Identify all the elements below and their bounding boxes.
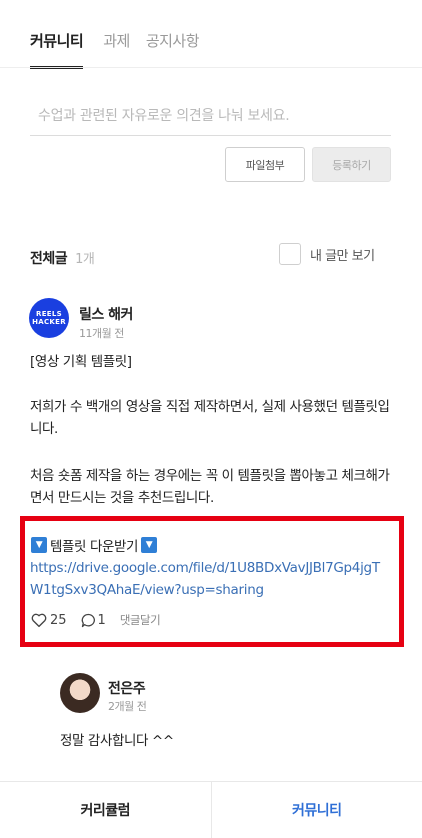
like-count: 25 xyxy=(50,612,67,628)
my-posts-filter[interactable]: 내 글만 보기 xyxy=(279,243,375,265)
bottom-nav: 커리큘럼 커뮤니티 xyxy=(0,781,422,838)
post-input[interactable] xyxy=(30,96,391,136)
down-triangle-icon: ▼ xyxy=(31,537,47,553)
all-posts-title: 전체글 xyxy=(30,251,68,267)
attach-file-button[interactable]: 파일첨부 xyxy=(225,147,305,182)
nav-community[interactable]: 커뮤니티 xyxy=(212,782,422,838)
nav-curriculum[interactable]: 커리큘럼 xyxy=(0,782,212,838)
tab-bar: 커뮤니티 과제 공지사항 xyxy=(30,30,215,69)
author-avatar: REELS HACKER xyxy=(29,298,69,338)
tab-community[interactable]: 커뮤니티 xyxy=(30,30,84,69)
down-triangle-icon: ▼ xyxy=(141,537,158,553)
post-author: 릴스 해커 xyxy=(79,307,133,323)
reply-avatar xyxy=(60,673,100,713)
heart-icon[interactable] xyxy=(30,611,48,629)
avatar-text-line-2: HACKER xyxy=(32,318,66,326)
post-time: 11개월 전 xyxy=(79,327,124,340)
download-line: ▼ 템플릿 다운받기 ▼ xyxy=(31,535,158,555)
tab-notices[interactable]: 공지사항 xyxy=(146,30,200,69)
download-label: 템플릿 다운받기 xyxy=(50,539,139,555)
post-actions: 25 1 댓글달기 xyxy=(30,611,161,629)
tab-divider xyxy=(0,67,422,68)
post-paragraph-1: 저희가 수 백개의 영상을 직접 제작하면서, 실제 사용했던 템플릿입니다. xyxy=(30,399,390,437)
reply-time: 2개월 전 xyxy=(108,700,147,713)
reply-author: 전은주 xyxy=(108,681,146,697)
comment-icon[interactable] xyxy=(80,612,97,629)
reply-text: 정말 감사합니다 ^^ xyxy=(60,733,174,749)
comment-count: 1 xyxy=(97,612,106,628)
post-count: 1개 xyxy=(75,252,95,267)
post-title-line: [영상 기획 템플릿] xyxy=(30,354,132,370)
post-paragraph-2: 처음 숏폼 제작을 하는 경우에는 꼭 이 템플릿을 뽑아놓고 체크해가면서 만… xyxy=(30,468,390,506)
all-posts-heading: 전체글 1개 xyxy=(30,248,95,268)
reply-button[interactable]: 댓글달기 xyxy=(120,612,161,628)
my-posts-label[interactable]: 내 글만 보기 xyxy=(310,245,375,264)
avatar-text-line-1: REELS xyxy=(36,310,62,318)
tab-assignments[interactable]: 과제 xyxy=(103,30,130,69)
my-posts-checkbox[interactable] xyxy=(279,243,301,265)
register-button[interactable]: 등록하기 xyxy=(312,147,391,182)
drive-link[interactable]: https://drive.google.com/file/d/1U8BDxVa… xyxy=(30,557,392,601)
